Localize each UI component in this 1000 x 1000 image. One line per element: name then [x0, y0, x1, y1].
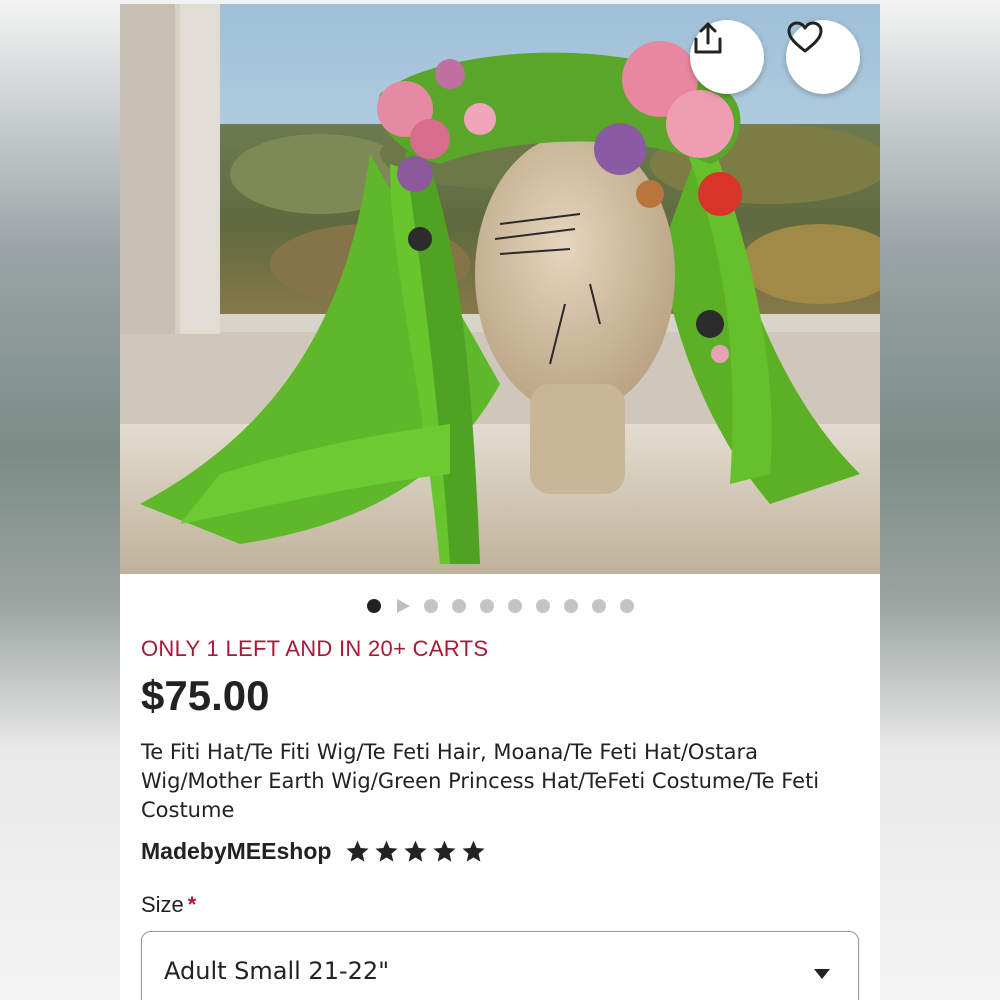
stock-notice: ONLY 1 LEFT AND IN 20+ CARTS	[141, 636, 489, 661]
star-icon	[462, 840, 485, 862]
image-carousel-dots	[120, 598, 880, 614]
price: $75.00	[141, 672, 270, 719]
shop-name-link[interactable]: MadebyMEEshop	[141, 838, 331, 865]
size-label: Size *	[141, 892, 196, 918]
caret-down-icon	[814, 969, 830, 979]
carousel-dot[interactable]	[479, 599, 494, 613]
carousel-dot[interactable]	[451, 599, 466, 613]
star-icon	[375, 840, 398, 862]
carousel-dot[interactable]	[535, 599, 550, 613]
star-icon	[346, 840, 369, 862]
share-icon	[694, 22, 722, 54]
favorite-button[interactable]	[786, 20, 860, 94]
share-button[interactable]	[690, 20, 764, 94]
size-label-text: Size	[141, 892, 184, 917]
carousel-dot[interactable]	[563, 599, 578, 613]
required-marker: *	[187, 892, 197, 917]
carousel-dot[interactable]	[423, 599, 438, 613]
carousel-dot[interactable]	[619, 599, 634, 613]
heart-icon	[787, 21, 823, 53]
listing-title: Te Fiti Hat/Te Fiti Wig/Te Feti Hair, Mo…	[141, 740, 820, 822]
size-select[interactable]: Adult Small 21-22"	[141, 931, 859, 1000]
star-icon	[404, 840, 427, 862]
carousel-dot[interactable]	[507, 599, 522, 613]
shop-info: MadebyMEEshop	[141, 838, 486, 865]
rating-stars[interactable]	[345, 839, 486, 864]
video-play-icon[interactable]	[396, 599, 410, 613]
product-photo-illustration	[120, 4, 880, 574]
carousel-dot[interactable]	[591, 599, 606, 613]
star-icon	[433, 840, 456, 862]
product-photo[interactable]	[120, 4, 880, 574]
size-select-value: Adult Small 21-22"	[164, 957, 390, 985]
carousel-dot[interactable]	[366, 599, 381, 613]
listing-panel: ONLY 1 LEFT AND IN 20+ CARTS $75.00 Te F…	[120, 4, 880, 1000]
